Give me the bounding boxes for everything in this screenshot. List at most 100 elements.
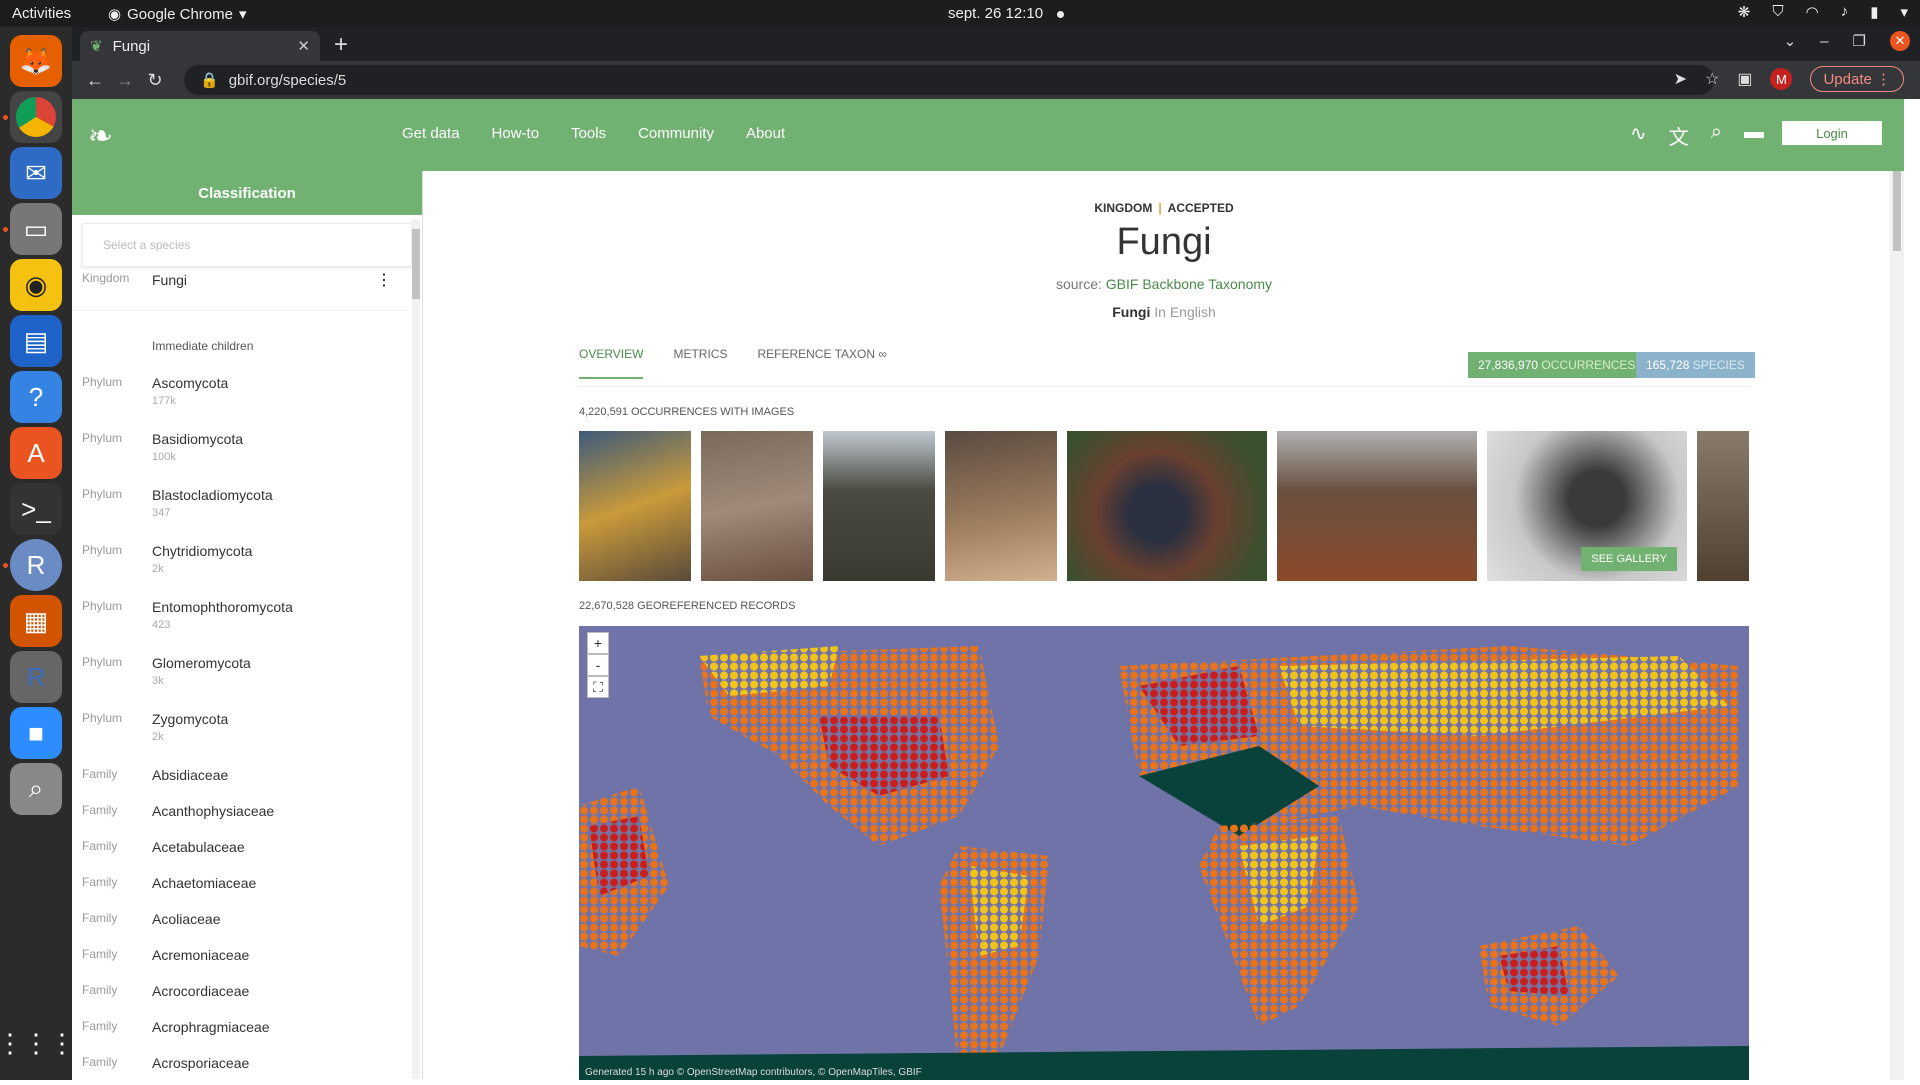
sidepanel-icon[interactable]: ▣ (1737, 69, 1752, 89)
list-item[interactable]: Phylum Glomeromycota 3k (72, 655, 408, 705)
tab-overview[interactable]: OVERVIEW (579, 347, 644, 379)
software-icon[interactable]: A (10, 427, 62, 479)
gallery-image[interactable] (701, 431, 813, 581)
taxon-rank: Family (82, 1055, 118, 1069)
source-link[interactable]: GBIF Backbone Taxonomy (1106, 276, 1272, 292)
shield-icon: ⛉ (1772, 3, 1784, 20)
list-item[interactable]: Phylum Chytridiomycota 2k (72, 543, 408, 593)
help-icon[interactable]: ? (10, 371, 62, 423)
chrome-icon[interactable] (10, 91, 62, 143)
translate-icon[interactable]: 文 (1669, 121, 1689, 150)
app-menu[interactable]: ◉ Google Chrome ▾ (108, 5, 247, 24)
list-item[interactable]: Family Acoliaceae (72, 911, 408, 941)
impress-icon[interactable]: ▦ (10, 595, 62, 647)
magnifier-icon[interactable]: ⌕ (10, 763, 62, 815)
close-window-icon[interactable]: ✕ (1890, 31, 1910, 51)
nav-community[interactable]: Community (638, 125, 714, 142)
list-item[interactable]: Phylum Zygomycota 2k (72, 711, 408, 761)
species-search-input[interactable]: Select a species (82, 223, 412, 267)
map-heatmap (579, 646, 1749, 1080)
terminal-icon[interactable]: >_ (10, 483, 62, 535)
see-gallery-button[interactable]: SEE GALLERY (1581, 547, 1677, 571)
writer-icon[interactable]: ▤ (10, 315, 62, 367)
taxon-rank: Phylum (82, 487, 123, 501)
firefox-icon[interactable]: 🦊 (10, 35, 62, 87)
app-name: Google Chrome (127, 5, 233, 23)
clock[interactable]: sept. 26 12:10 (948, 5, 1065, 22)
new-tab-icon[interactable]: + (334, 31, 348, 59)
taxon-count: 2k (152, 563, 164, 575)
nav-tools[interactable]: Tools (571, 125, 606, 142)
gallery-image[interactable]: SEE GALLERY (1487, 431, 1687, 581)
thunderbird-icon[interactable]: ✉ (10, 147, 62, 199)
reload-icon[interactable]: ↻ (140, 70, 170, 91)
taxon-count: 423 (152, 619, 171, 631)
species-badge[interactable]: 165,728 SPECIES (1636, 352, 1755, 378)
tab-fungi[interactable]: ❦ Fungi ✕ (80, 31, 320, 61)
nav-how-to[interactable]: How-to (492, 125, 540, 142)
address-bar[interactable]: 🔒 gbif.org/species/5 (184, 65, 1714, 95)
fullscreen-icon[interactable]: ⛶ (587, 676, 609, 698)
list-item[interactable]: Family Acremoniaceae (72, 947, 408, 977)
update-button[interactable]: Update ⋮ (1810, 66, 1904, 92)
list-item[interactable]: Family Acanthophysiaceae (72, 803, 408, 833)
star-icon[interactable]: ☆ (1705, 69, 1719, 89)
minimize-icon[interactable]: – (1820, 33, 1828, 50)
occurrence-map[interactable]: + - ⛶ Generated 15 h ago © OpenStreetMap… (579, 626, 1749, 1080)
main-nav: Get data How-to Tools Community About (402, 125, 785, 142)
source-line: source: GBIF Backbone Taxonomy (1055, 276, 1273, 292)
page-scrollbar[interactable] (1890, 171, 1904, 1080)
gallery-image[interactable] (945, 431, 1057, 581)
zoom-out-button[interactable]: - (587, 654, 609, 676)
login-button[interactable]: Login (1782, 121, 1882, 145)
chevron-down-icon: ▾ (1900, 4, 1908, 21)
list-item[interactable]: Family Acrocordiaceae (72, 983, 408, 1013)
close-tab-icon[interactable]: ✕ (297, 37, 310, 55)
zoom-icon[interactable]: ■ (10, 707, 62, 759)
list-item[interactable]: Phylum Basidiomycota 100k (72, 431, 408, 481)
tab-search-icon[interactable]: ⌄ (1784, 32, 1797, 50)
images-label: 4,220,591 OCCURRENCES WITH IMAGES (579, 406, 795, 418)
back-icon[interactable]: ← (80, 70, 110, 91)
r-icon[interactable]: R (10, 539, 62, 591)
activity-icon[interactable]: ∿ (1630, 121, 1647, 150)
rhythmbox-icon[interactable]: ◉ (10, 259, 62, 311)
feedback-icon[interactable]: ▬ (1744, 121, 1764, 150)
restore-icon[interactable]: ❐ (1853, 32, 1866, 50)
list-item[interactable]: Family Acrosporiaceae (72, 1055, 408, 1085)
list-item[interactable]: Family Absidiaceae (72, 767, 408, 797)
list-item[interactable]: Family Acetabulaceae (72, 839, 408, 869)
gallery-image[interactable] (579, 431, 691, 581)
current-taxon-row[interactable]: Kingdom Fungi ⋮ (72, 267, 408, 311)
gallery-image[interactable] (1697, 431, 1749, 581)
show-apps-icon[interactable]: ⋮⋮⋮ (0, 1017, 75, 1069)
list-item[interactable]: Phylum Blastocladiomycota 347 (72, 487, 408, 537)
search-icon[interactable]: ⌕ (1711, 121, 1722, 150)
list-item[interactable]: Phylum Ascomycota 177k (72, 375, 408, 425)
files-icon[interactable]: ▭ (10, 203, 62, 255)
send-icon[interactable]: ➤ (1674, 69, 1687, 89)
sidebar-scrollbar[interactable] (412, 219, 420, 1079)
gbif-logo-icon[interactable]: ❧ (88, 119, 113, 154)
rstudio-icon[interactable]: R (10, 651, 62, 703)
gallery-image[interactable] (823, 431, 935, 581)
gallery-image[interactable] (1277, 431, 1477, 581)
system-tray[interactable]: ❋ ⛉ ◠ ♪ ▮ ▾ (1738, 3, 1908, 21)
nav-about[interactable]: About (746, 125, 785, 142)
taxon-rank: Family (82, 875, 118, 889)
list-item[interactable]: Family Acrophragmiaceae (72, 1019, 408, 1049)
list-item[interactable]: Family Achaetomiaceae (72, 875, 408, 905)
list-item[interactable]: Phylum Entomophthoromycota 423 (72, 599, 408, 649)
avatar[interactable]: M (1770, 68, 1793, 90)
occurrences-badge[interactable]: 27,836,970 OCCURRENCES (1468, 352, 1646, 378)
tab-metrics[interactable]: METRICS (673, 347, 727, 379)
taxon-name: Glomeromycota (152, 655, 251, 671)
activities-button[interactable]: Activities (12, 5, 71, 22)
more-vert-icon[interactable]: ⋮ (376, 270, 392, 290)
zoom-in-button[interactable]: + (587, 632, 609, 654)
taxon-name: Acremoniaceae (152, 947, 250, 963)
gallery-image[interactable] (1067, 431, 1267, 581)
nav-get-data[interactable]: Get data (402, 125, 460, 142)
forward-icon[interactable]: → (110, 70, 140, 91)
tab-reference-taxon[interactable]: REFERENCE TAXON ∞ (757, 347, 886, 379)
